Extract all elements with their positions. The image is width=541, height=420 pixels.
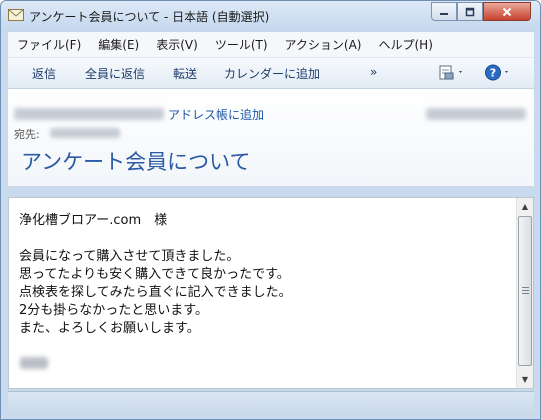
svg-text:?: ?: [490, 67, 496, 80]
menu-file[interactable]: ファイル(F): [8, 36, 89, 53]
body-line: [19, 230, 499, 248]
menu-help[interactable]: ヘルプ(H): [370, 36, 441, 53]
status-bar: [8, 391, 534, 416]
add-to-address-book-link[interactable]: アドレス帳に追加: [168, 106, 264, 123]
more-toolbar-button[interactable]: »: [370, 65, 377, 79]
add-to-calendar-button[interactable]: カレンダーに追加: [224, 65, 320, 82]
grip-line: [522, 293, 529, 294]
to-label: 宛先:: [14, 128, 40, 141]
print-options-icon[interactable]: [438, 64, 466, 81]
envelope-icon: [8, 9, 24, 21]
message-header: アドレス帳に追加 宛先: アンケート会員について: [8, 89, 534, 187]
menu-actions[interactable]: アクション(A): [276, 36, 370, 53]
maximize-button[interactable]: [457, 2, 483, 21]
body-line: 浄化槽ブロアー.com 様: [19, 213, 168, 228]
maximize-icon: [465, 7, 475, 16]
reply-all-button[interactable]: 全員に返信: [85, 65, 145, 82]
mail-window: アンケート会員について - 日本語 (自動選択) ファイル(F) 編集(E) 表…: [0, 0, 541, 420]
minimize-icon: [440, 12, 448, 15]
message-body-text: 浄化槽ブロアー.com 様 会員になって購入させて頂きました。 思ってたよりも安…: [19, 212, 499, 338]
body-line: 会員になって購入させて頂きました。: [19, 249, 240, 264]
scroll-up-arrow-icon[interactable]: ▲: [517, 198, 533, 215]
recipient-redacted: [50, 128, 120, 138]
forward-button[interactable]: 転送: [173, 65, 197, 82]
close-icon: [502, 7, 512, 16]
toolbar: 返信 全員に返信 転送 カレンダーに追加 » ?: [8, 58, 534, 89]
scrollbar-thumb[interactable]: [518, 216, 532, 366]
body-line: 2分も掛らなかったと思います。: [19, 303, 208, 318]
sender-redacted: [14, 108, 164, 120]
body-line: 点検表を探してみたら直ぐに記入できました。: [19, 285, 292, 300]
signature-redacted: [20, 357, 48, 369]
minimize-button[interactable]: [431, 2, 457, 21]
close-button[interactable]: [483, 2, 531, 21]
body-line: また、よろしくお願いします。: [19, 321, 200, 336]
grip-line: [522, 290, 529, 291]
menu-tools[interactable]: ツール(T): [206, 36, 276, 53]
vertical-scrollbar[interactable]: ▲ ▼: [516, 198, 533, 388]
reply-button[interactable]: 返信: [32, 65, 56, 82]
message-subject: アンケート会員について: [21, 150, 251, 174]
menu-edit[interactable]: 編集(E): [89, 36, 147, 53]
body-line: 思ってたよりも安く購入できて良かったです。: [19, 267, 290, 282]
window-title: アンケート会員について - 日本語 (自動選択): [29, 10, 270, 24]
message-body[interactable]: 浄化槽ブロアー.com 様 会員になって購入させて頂きました。 思ってたよりも安…: [8, 197, 534, 389]
scroll-down-arrow-icon[interactable]: ▼: [517, 371, 533, 388]
menu-bar: ファイル(F) 編集(E) 表示(V) ツール(T) アクション(A) ヘルプ(…: [8, 32, 534, 58]
menu-view[interactable]: 表示(V): [147, 36, 206, 53]
help-icon[interactable]: ?: [484, 64, 514, 81]
title-bar[interactable]: アンケート会員について - 日本語 (自動選択): [1, 1, 540, 31]
grip-line: [522, 287, 529, 288]
date-redacted: [426, 108, 526, 120]
